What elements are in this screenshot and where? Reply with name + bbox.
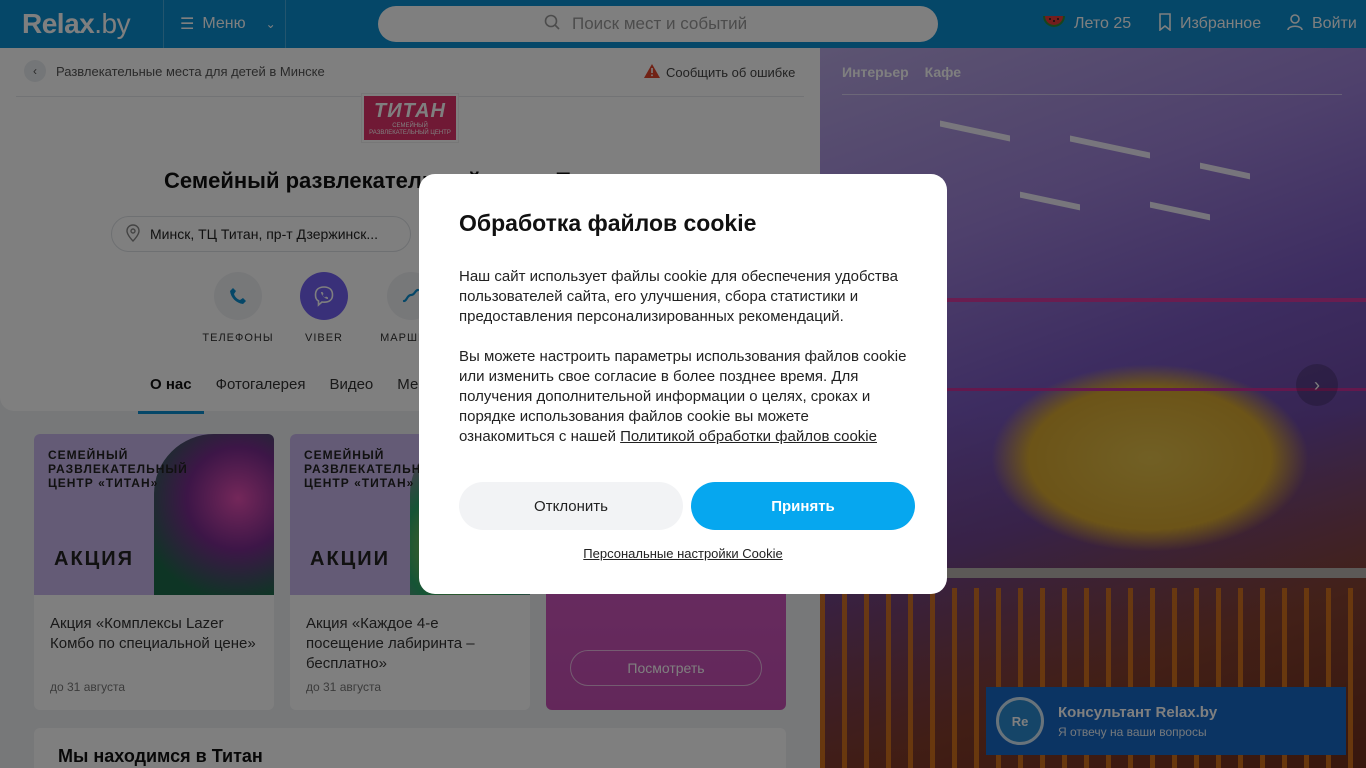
accept-button[interactable]: Принять — [691, 482, 915, 530]
cookie-text-1: Наш сайт использует файлы cookie для обе… — [459, 268, 898, 325]
cookie-settings-link[interactable]: Персональные настройки Cookie — [419, 546, 947, 561]
cookie-policy-link[interactable]: Политикой обработки файлов cookie — [620, 428, 877, 445]
cookie-title: Обработка файлов cookie — [459, 210, 757, 236]
decline-button[interactable]: Отклонить — [459, 482, 683, 530]
cookie-text-2: Вы можете настроить параметры использова… — [459, 347, 907, 447]
cookie-buttons: Отклонить Принять — [459, 482, 915, 530]
cookie-dialog: Обработка файлов cookie Наш сайт использ… — [419, 174, 947, 594]
